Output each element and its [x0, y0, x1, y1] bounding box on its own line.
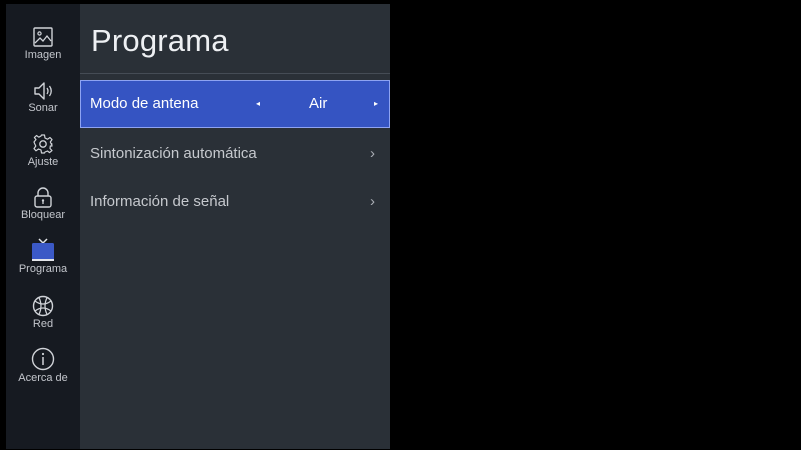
- sidebar-item-label: Bloquear: [20, 209, 66, 221]
- menu-item-label: Modo de antena: [90, 95, 199, 112]
- sidebar-item-sonar[interactable]: Sonar: [6, 81, 80, 131]
- sidebar-item-label: Sonar: [28, 102, 58, 114]
- menu-item-auto-tuning[interactable]: Sintonización automática ›: [80, 130, 390, 178]
- sidebar-item-ajuste[interactable]: Ajuste: [6, 133, 80, 183]
- sidebar-item-programa[interactable]: Programa: [6, 238, 80, 288]
- globe-icon: [32, 295, 54, 317]
- sidebar-item-imagen[interactable]: Imagen: [6, 26, 80, 76]
- tv-settings-screen: Imagen Sonar Ajuste Bloquear Programa Re…: [0, 0, 801, 450]
- sidebar-item-bloquear[interactable]: Bloquear: [6, 186, 80, 236]
- menu-item-label: Información de señal: [90, 193, 230, 210]
- menu-item-signal-info[interactable]: Información de señal ›: [80, 178, 390, 226]
- lock-icon: [34, 187, 52, 208]
- menu-item-antenna-mode[interactable]: Modo de antena ◂ Air ▸: [80, 80, 390, 128]
- tv-icon: [32, 238, 54, 261]
- settings-panel: Programa Modo de antena ◂ Air ▸ Sintoniz…: [80, 4, 390, 449]
- sidebar-item-label: Acerca de: [18, 372, 68, 384]
- sidebar: Imagen Sonar Ajuste Bloquear Programa Re…: [6, 4, 80, 449]
- sidebar-item-label: Red: [32, 318, 54, 330]
- gear-icon: [33, 134, 53, 154]
- image-icon: [33, 27, 53, 47]
- page-title: Programa: [91, 23, 229, 58]
- sidebar-item-red[interactable]: Red: [6, 295, 80, 345]
- sidebar-item-label: Programa: [18, 263, 68, 275]
- chevron-right-icon: ›: [370, 145, 375, 162]
- arrow-right-icon[interactable]: ▸: [374, 81, 378, 127]
- menu-item-label: Sintonización automática: [90, 145, 257, 162]
- arrow-left-icon[interactable]: ◂: [256, 81, 260, 127]
- info-icon: [31, 347, 55, 371]
- antenna-mode-value: Air: [309, 95, 328, 112]
- sidebar-item-acerca-de[interactable]: Acerca de: [6, 347, 80, 397]
- chevron-right-icon: ›: [370, 193, 375, 210]
- speaker-icon: [34, 82, 52, 100]
- sidebar-item-label: Imagen: [24, 49, 62, 61]
- sidebar-item-label: Ajuste: [27, 156, 59, 168]
- divider: [80, 73, 390, 74]
